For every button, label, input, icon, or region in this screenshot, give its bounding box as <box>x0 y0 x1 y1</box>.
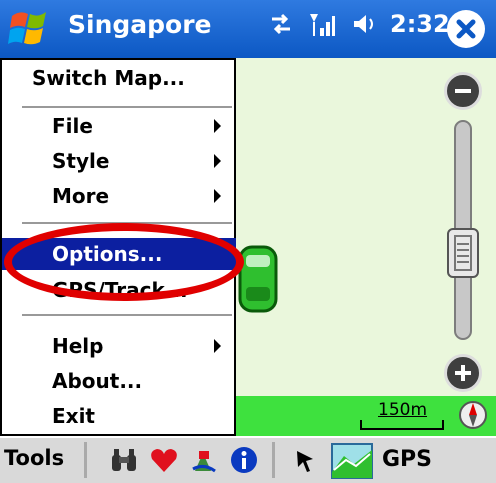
bottom-toolbar: Tools GPS <box>0 436 496 483</box>
pointer-icon[interactable] <box>290 444 322 476</box>
heart-icon[interactable] <box>148 444 180 476</box>
menu-item-help[interactable]: Help <box>2 330 236 362</box>
compass-icon[interactable] <box>458 400 488 430</box>
zoom-in-button[interactable] <box>444 354 482 392</box>
toolbar-divider <box>272 442 275 478</box>
menu-item-label: Style <box>52 149 110 173</box>
tools-menu-button[interactable]: Tools <box>4 446 64 470</box>
submenu-arrow-icon <box>214 119 221 133</box>
windows-start-icon[interactable] <box>8 8 50 50</box>
scale-bar <box>360 420 444 430</box>
menu-item-label: More <box>52 184 110 208</box>
window-title: Singapore <box>68 10 212 39</box>
gps-label: GPS <box>382 447 433 472</box>
menu-divider <box>22 106 232 108</box>
menu-item-label: About... <box>52 369 143 393</box>
menu-item-more[interactable]: More <box>2 180 236 212</box>
menu-divider <box>22 314 232 316</box>
volume-icon[interactable] <box>350 11 376 37</box>
info-icon[interactable] <box>228 444 260 476</box>
close-icon <box>456 19 476 39</box>
minus-icon <box>455 89 471 93</box>
binoculars-icon[interactable] <box>108 444 140 476</box>
scale-label: 150m <box>378 400 428 420</box>
submenu-arrow-icon <box>214 189 221 203</box>
signal-icon[interactable] <box>308 10 336 38</box>
menu-item-label: File <box>52 114 93 138</box>
menu-item-exit[interactable]: Exit <box>2 400 236 432</box>
highlight-ellipse <box>4 223 244 301</box>
menu-item-label: Switch Map... <box>32 66 185 90</box>
zoom-slider-handle[interactable] <box>447 228 479 278</box>
status-icons: 2:32 <box>268 10 450 38</box>
menu-item-switch-map[interactable]: Switch Map... <box>2 62 236 94</box>
title-bar: Singapore 2:32 <box>0 0 496 58</box>
close-button[interactable] <box>447 10 485 48</box>
menu-item-label: Exit <box>52 404 95 428</box>
clock[interactable]: 2:32 <box>390 10 450 38</box>
submenu-arrow-icon <box>214 339 221 353</box>
menu-item-file[interactable]: File <box>2 110 236 142</box>
toolbar-divider <box>84 442 87 478</box>
zoom-out-button[interactable] <box>444 72 482 110</box>
menu-item-style[interactable]: Style <box>2 145 236 177</box>
network-sync-icon[interactable] <box>268 11 294 37</box>
submenu-arrow-icon <box>214 154 221 168</box>
grip-icon <box>454 235 472 271</box>
menu-item-label: Help <box>52 334 104 358</box>
gps-map-icon <box>331 443 373 479</box>
menu-item-about[interactable]: About... <box>2 365 236 397</box>
route-icon[interactable] <box>188 444 220 476</box>
plus-icon <box>455 365 471 381</box>
